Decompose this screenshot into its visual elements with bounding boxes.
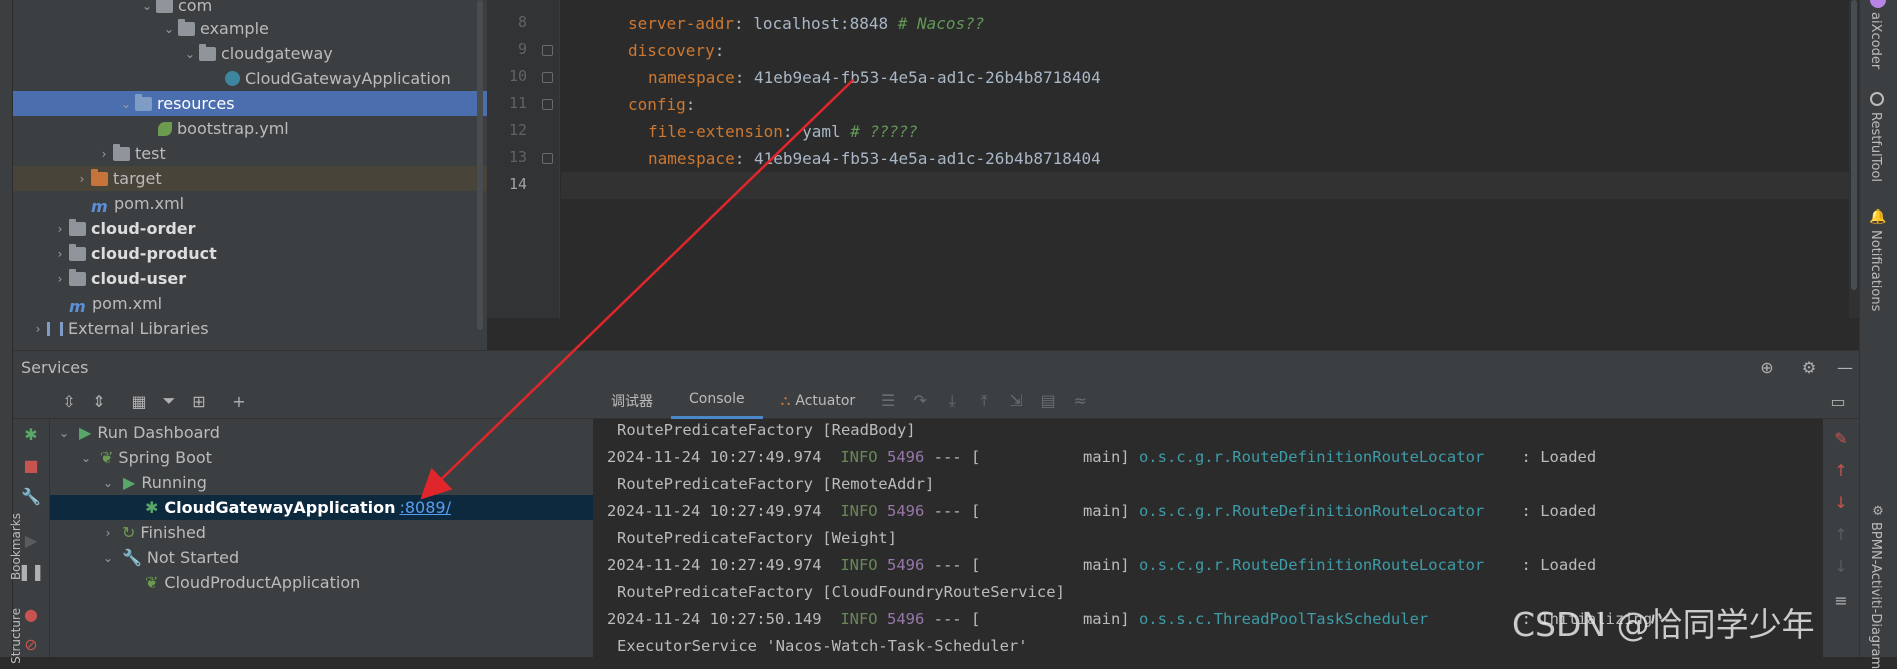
annotation-arrow xyxy=(420,79,854,500)
watermark: CSDN @恰同学少年 xyxy=(1512,605,1815,644)
